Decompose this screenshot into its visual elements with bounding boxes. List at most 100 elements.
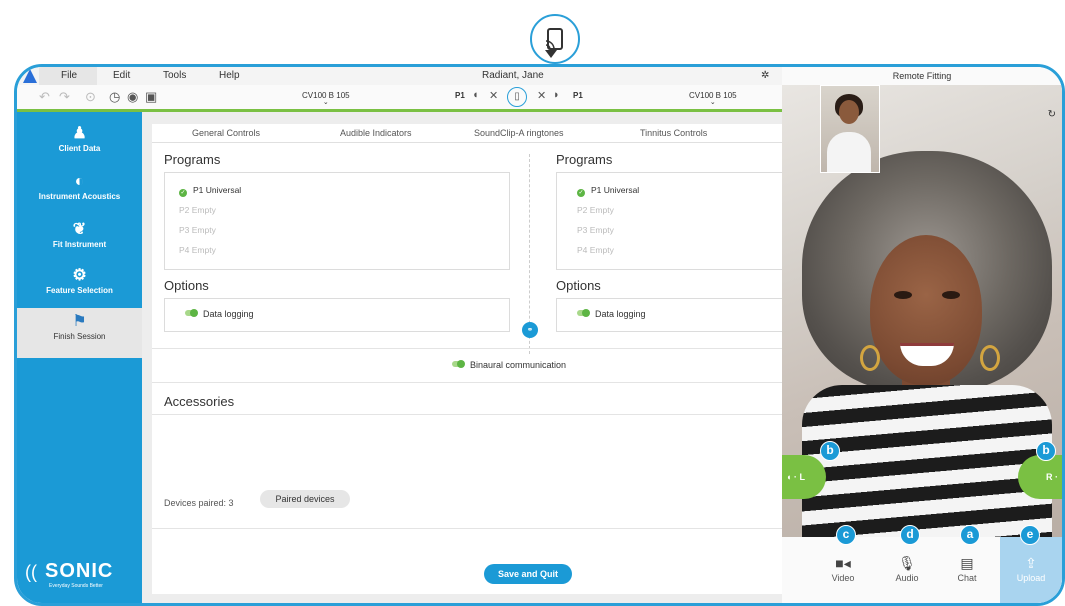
volume-icon[interactable]: ◗: [553, 89, 560, 101]
accessories-title: Accessories: [164, 394, 235, 409]
upload-button[interactable]: ⇪ Upload: [1000, 537, 1062, 603]
divider: [152, 348, 782, 349]
left-programs-box: ✓ P1 Universal P2 Empty P3 Empty P4 Empty: [164, 172, 510, 270]
program-right-label: P1: [573, 91, 583, 100]
feature-icon: ⚙: [72, 267, 87, 284]
left-programs-title: Programs: [164, 152, 221, 167]
chat-icon: ▤: [960, 555, 974, 571]
program-label: P1 Universal: [193, 185, 242, 195]
earring: [980, 345, 1000, 371]
video-button[interactable]: ■◂ Video: [816, 537, 870, 603]
callout-e: e: [1020, 525, 1040, 545]
tab-audible-indicators[interactable]: Audible Indicators: [340, 128, 412, 138]
program-left-label: P1: [455, 91, 465, 100]
mute-icon[interactable]: ✕: [489, 89, 498, 102]
right-ear-tab[interactable]: R ·: [1018, 455, 1062, 499]
chat-label: Chat: [957, 573, 977, 583]
check-icon: ✓: [577, 189, 585, 197]
left-program-4[interactable]: P4 Empty: [179, 245, 216, 255]
patient-name: Radiant, Jane: [482, 70, 544, 81]
redo-icon[interactable]: ↷: [59, 89, 70, 105]
save-and-quit-button[interactable]: Save and Quit: [484, 564, 572, 584]
right-programs-box: ✓ P1 Universal P2 Empty P3 Empty P4 Empty: [556, 172, 798, 270]
sidebar-item-client-data[interactable]: ♟ Client Data: [17, 120, 142, 164]
earring: [860, 345, 880, 371]
person-icon: ♟: [72, 125, 87, 142]
binaural-label: Binaural communication: [470, 360, 567, 370]
sidebar-item-instrument-acoustics[interactable]: ◐ Instrument Acoustics: [17, 168, 142, 212]
right-device-selector[interactable]: CV100 B 105 ⌄: [689, 91, 737, 106]
mute-right-icon[interactable]: ✕: [537, 89, 546, 102]
right-program-1[interactable]: ✓ P1 Universal: [577, 185, 639, 197]
right-programs-title: Programs: [556, 152, 613, 167]
left-program-3[interactable]: P3 Empty: [179, 225, 216, 235]
ear-icon: ◐: [74, 173, 85, 190]
target-icon[interactable]: ⊙: [85, 89, 96, 105]
video-feed: ↻ ◖ · L R · b b: [782, 85, 1062, 537]
right-program-2[interactable]: P2 Empty: [577, 205, 614, 215]
divider: [152, 528, 782, 529]
brand-name: SONIC: [45, 560, 114, 582]
sidebar-item-label: Instrument Acoustics: [38, 192, 121, 201]
sidebar-item-label: Fit Instrument: [52, 240, 107, 249]
microphone-icon: 🎙: [898, 555, 916, 571]
video-camera-icon: ■◂: [835, 555, 851, 571]
binaural-communication-toggle[interactable]: Binaural communication: [452, 360, 566, 370]
upload-label: Upload: [1016, 573, 1046, 583]
self-view-thumbnail[interactable]: [820, 85, 880, 173]
chat-button[interactable]: ▤ Chat: [940, 537, 994, 603]
clock-icon[interactable]: ◷: [109, 89, 120, 105]
sidebar-item-fit-instrument[interactable]: ❦ Fit Instrument: [17, 216, 142, 260]
toggle-switch: [577, 309, 590, 317]
flag-icon: ⚑: [72, 313, 87, 330]
sidebar-item-finish-session[interactable]: ⚑ Finish Session: [17, 308, 142, 358]
left-program-2[interactable]: P2 Empty: [179, 205, 216, 215]
tab-general-controls[interactable]: General Controls: [192, 128, 260, 138]
remote-fitting-title: Remote Fitting: [782, 67, 1062, 85]
settings-gear-icon[interactable]: ✲: [761, 70, 769, 81]
eye-icon[interactable]: ◉: [127, 89, 138, 105]
audio-label: Audio: [895, 573, 919, 583]
hearing-aid-icon: ❦: [72, 221, 87, 238]
undo-icon[interactable]: ↶: [39, 89, 50, 105]
left-data-logging-toggle[interactable]: Data logging: [185, 309, 254, 319]
sidebar-item-label: Client Data: [58, 144, 101, 153]
brand-logo: (( SONIC Everyday Sounds Better: [25, 560, 114, 589]
left-device-selector[interactable]: CV100 B 105 ⌄: [302, 91, 350, 106]
paired-devices-button[interactable]: Paired devices: [260, 490, 350, 508]
left-program-1[interactable]: ✓ P1 Universal: [179, 185, 241, 197]
callout-pointer: [545, 50, 557, 58]
left-tab-label: L: [799, 472, 805, 482]
menu-tools[interactable]: Tools: [163, 70, 186, 81]
screen-icon[interactable]: ▣: [145, 89, 157, 105]
menu-edit[interactable]: Edit: [113, 70, 130, 81]
remote-fitting-icon[interactable]: ▯: [507, 87, 527, 107]
callout-a: a: [960, 525, 980, 545]
link-sides-button[interactable]: ⚭: [522, 322, 538, 338]
tab-tinnitus-controls[interactable]: Tinnitus Controls: [640, 128, 707, 138]
right-data-logging-toggle[interactable]: Data logging: [577, 309, 646, 319]
tab-soundclip-ringtones[interactable]: SoundClip-A ringtones: [474, 128, 564, 138]
app-window: File Edit Tools Help Radiant, Jane ✲ ↶ ↷…: [14, 64, 1065, 606]
divider: [152, 382, 782, 383]
right-options-title: Options: [556, 278, 601, 293]
refresh-icon[interactable]: ↻: [1048, 109, 1056, 120]
sidebar: ♟ Client Data ◐ Instrument Acoustics ❦ F…: [17, 112, 142, 603]
audio-button[interactable]: 🎙 Audio: [880, 537, 934, 603]
right-program-3[interactable]: P3 Empty: [577, 225, 614, 235]
chevron-down-icon: ⌄: [709, 99, 716, 106]
devices-paired-count: Devices paired: 3: [164, 498, 234, 508]
menu-file[interactable]: File: [61, 70, 77, 81]
left-ear-tab[interactable]: ◖ · L: [782, 455, 826, 499]
sidebar-item-feature-selection[interactable]: ⚙ Feature Selection: [17, 262, 142, 306]
sidebar-item-label: Finish Session: [53, 332, 106, 341]
chevron-down-icon: ⌄: [322, 99, 329, 106]
pip-coat: [827, 132, 871, 172]
option-label: Data logging: [203, 309, 254, 319]
speaker-icon[interactable]: ◖: [472, 89, 479, 101]
menu-help[interactable]: Help: [219, 70, 240, 81]
toolbar: ↶ ↷ ⊙ ◷ ◉ ▣ CV100 B 105 ⌄ P1 ◖ ✕ ▯ ✕ ◗ P…: [17, 85, 782, 112]
right-program-4[interactable]: P4 Empty: [577, 245, 614, 255]
pip-face: [839, 100, 859, 124]
settings-panel: General Controls Audible Indicators Soun…: [152, 124, 798, 594]
